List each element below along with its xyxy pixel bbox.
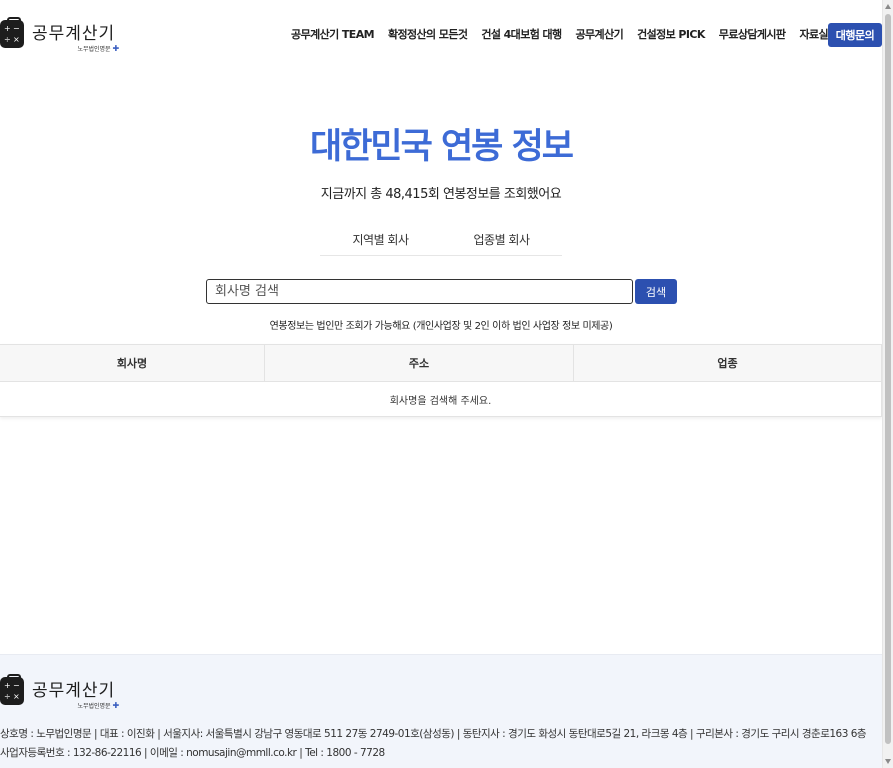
query-count-subtitle: 지금까지 총 48,415회 연봉정보를 조회했어요 bbox=[320, 187, 562, 202]
scroll-down-icon[interactable] bbox=[885, 759, 891, 764]
site-footer: + − ÷ × 공무계산기 노무법인명문 ✚ 상호명 : 노무법인명문 | 대표… bbox=[0, 654, 882, 768]
tab-industry[interactable]: 업종별 회사 bbox=[441, 222, 562, 255]
site-logo[interactable]: + − ÷ × 공무계산기 노무법인명문 ✚ bbox=[0, 17, 119, 53]
column-header-company: 회사명 bbox=[0, 345, 265, 381]
category-tabs: 지역별 회사 업종별 회사 bbox=[320, 222, 562, 256]
search-notice: 연봉정보는 법인만 조회가 가능해요 (개인사업장 및 2인 이하 법인 사업장… bbox=[269, 321, 613, 332]
logo-subtitle: 노무법인명문 ✚ bbox=[77, 44, 120, 53]
nav-consult-board[interactable]: 무료상담게시판 bbox=[719, 26, 786, 42]
nav-team[interactable]: 공무계산기 TEAM bbox=[291, 26, 375, 42]
nav-settlement[interactable]: 확정정산의 모든것 bbox=[388, 26, 468, 42]
calculator-bag-icon: + − ÷ × bbox=[0, 17, 24, 48]
nav-insurance[interactable]: 건설 4대보험 대행 bbox=[481, 26, 562, 42]
search-button[interactable]: 검색 bbox=[635, 279, 677, 304]
scroll-up-icon[interactable] bbox=[885, 4, 891, 9]
scroll-thumb[interactable] bbox=[885, 14, 891, 744]
footer-company-info: 상호명 : 노무법인명문 | 대표 : 이진화 | 서울지사: 서울특별시 강남… bbox=[0, 728, 867, 740]
calculator-bag-icon: + − ÷ × bbox=[0, 674, 24, 705]
table-header: 회사명 주소 업종 bbox=[0, 345, 881, 382]
plus-icon: ✚ bbox=[112, 701, 120, 710]
column-header-industry: 업종 bbox=[717, 357, 738, 370]
tab-region[interactable]: 지역별 회사 bbox=[320, 222, 441, 255]
page-title: 대한민국 연봉 정보 bbox=[310, 127, 574, 167]
footer-logo-subtitle: 노무법인명문 ✚ bbox=[77, 701, 120, 710]
page-scrollbar[interactable] bbox=[882, 0, 893, 768]
footer-logo[interactable]: + − ÷ × 공무계산기 노무법인명문 ✚ bbox=[0, 674, 119, 710]
footer-logo-wordmark: 공무계산기 bbox=[32, 681, 116, 701]
column-header-address: 주소 bbox=[265, 345, 574, 381]
nav-pick[interactable]: 건설정보 PICK bbox=[637, 26, 705, 42]
agency-inquiry-button[interactable]: 대행문의 bbox=[828, 23, 882, 47]
site-header: + − ÷ × 공무계산기 노무법인명문 ✚ 공무계산기 TEAM 확정정산의 … bbox=[0, 0, 882, 70]
logo-wordmark: 공무계산기 bbox=[32, 24, 116, 44]
nav-archive[interactable]: 자료실 bbox=[799, 26, 828, 42]
table-empty-message: 회사명을 검색해 주세요. bbox=[389, 396, 492, 407]
nav-calculator[interactable]: 공무계산기 bbox=[576, 26, 624, 42]
company-search-input[interactable] bbox=[206, 279, 633, 304]
plus-icon: ✚ bbox=[112, 44, 120, 53]
result-table: 회사명 주소 업종 회사명을 검색해 주세요. bbox=[0, 344, 882, 417]
footer-contact-info: 사업자등록번호 : 132-86-22116 | 이메일 : nomusajin… bbox=[0, 747, 385, 759]
main-nav: 공무계산기 TEAM 확정정산의 모든것 건설 4대보험 대행 공무계산기 건설… bbox=[291, 26, 829, 42]
